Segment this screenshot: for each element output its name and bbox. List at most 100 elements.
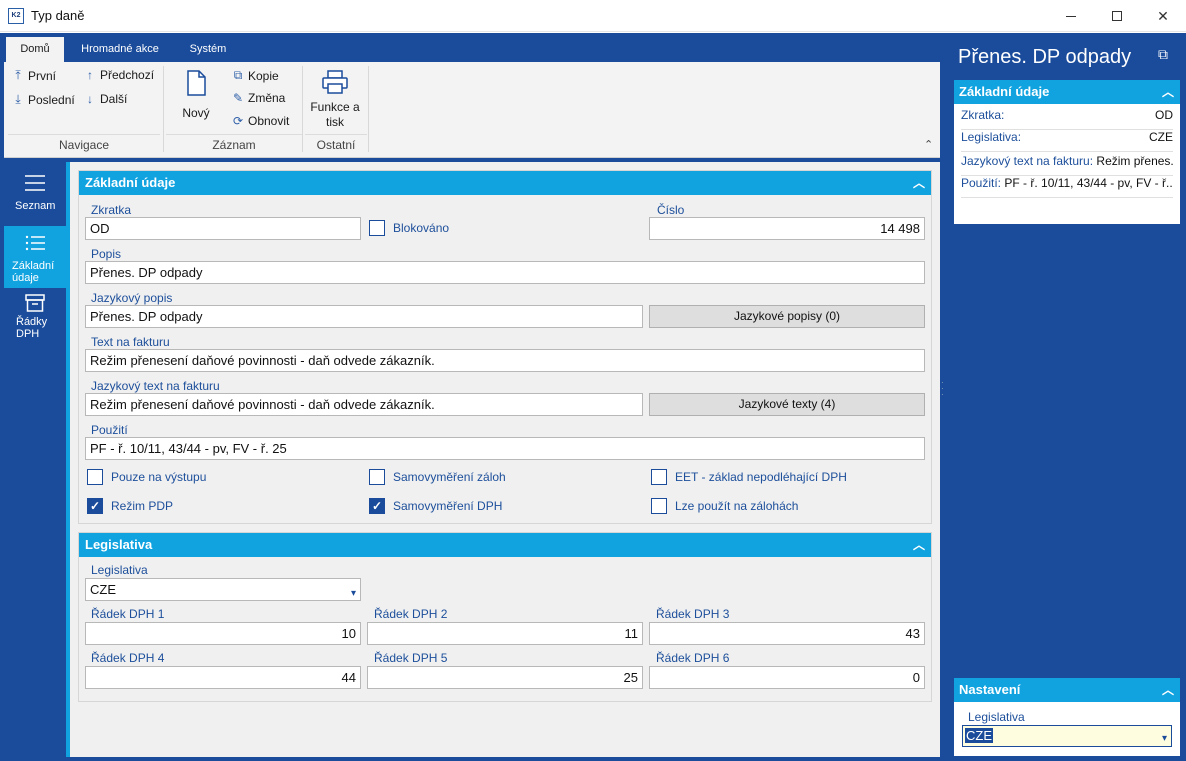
legislation-value: CZE bbox=[90, 582, 116, 597]
desc-label: Popis bbox=[91, 247, 122, 261]
usable-on-advances-checkbox[interactable]: Lze použít na zálohách bbox=[651, 498, 798, 514]
chevron-up-icon[interactable]: ︿ bbox=[907, 533, 931, 557]
vat-row-field[interactable]: 25 bbox=[367, 666, 643, 689]
vat-row-label: Řádek DPH 6 bbox=[656, 651, 730, 665]
pencil-icon: ✎ bbox=[232, 91, 244, 105]
printer-icon bbox=[322, 70, 348, 94]
minimize-button[interactable] bbox=[1048, 0, 1094, 32]
invoice-text-field[interactable]: Režim přenesení daňové povinnosti - daň … bbox=[85, 349, 925, 372]
eet-checkbox[interactable]: EET - základ nepodléhající DPH bbox=[651, 469, 847, 485]
nav-label-vat-rows-1: Řádky bbox=[16, 316, 48, 328]
nav-item-basic-data[interactable]: Základní údaje bbox=[4, 226, 66, 288]
vat-row-field[interactable]: 44 bbox=[85, 666, 361, 689]
arrow-up-bar-icon: ⤒ bbox=[15, 68, 21, 82]
refresh-label: Obnovit bbox=[248, 114, 290, 128]
group-label-navigation: Navigace bbox=[58, 138, 110, 152]
checkbox-box bbox=[369, 469, 385, 485]
popout-icon[interactable]: ⧉ bbox=[1158, 46, 1168, 63]
self-assess-vat-label: Samovyměření DPH bbox=[393, 499, 503, 513]
panel-header: Základní údaje ︿ bbox=[954, 80, 1180, 104]
dropdown-icon[interactable]: ▾ bbox=[1162, 729, 1167, 749]
legislation-select[interactable]: CZE ▾ bbox=[85, 578, 361, 601]
detail-value: CZE bbox=[1149, 130, 1173, 144]
copy-button[interactable]: ⧉ Kopie bbox=[232, 68, 279, 83]
splitter-handle[interactable]: · · · bbox=[941, 379, 945, 410]
divider bbox=[302, 66, 303, 152]
detail-key: Zkratka: bbox=[961, 108, 1005, 122]
first-label: První bbox=[28, 68, 57, 83]
previous-button[interactable]: ↑ Předchozí bbox=[84, 68, 154, 82]
lang-texts-button[interactable]: Jazykové texty (4) bbox=[649, 393, 925, 416]
vat-row-label: Řádek DPH 3 bbox=[656, 607, 730, 621]
detail-title: Přenes. DP odpady bbox=[958, 46, 1132, 68]
chevron-up-icon[interactable]: ︿ bbox=[1156, 678, 1180, 702]
pdp-checkbox[interactable]: ✓ Režim PDP bbox=[87, 498, 173, 514]
last-button[interactable]: ⤓ Poslední bbox=[12, 92, 75, 107]
usage-field[interactable]: PF - ř. 10/11, 43/44 - pv, FV - ř. 25 bbox=[85, 437, 925, 460]
section-legislation: Legislativa ︿ Legislativa CZE ▾ Řádek DP… bbox=[78, 532, 932, 702]
settings-legislation-select[interactable]: CZE ▾ bbox=[962, 725, 1172, 747]
nav-label-vat-rows-2: DPH bbox=[16, 328, 40, 340]
ribbon-tabs: Domů Hromadné akce Systém bbox=[4, 37, 940, 62]
refresh-button[interactable]: ⟳ Obnovit bbox=[232, 114, 289, 128]
vat-row-field[interactable]: 11 bbox=[367, 622, 643, 645]
functions-print-button[interactable]: Funkce a tisk bbox=[306, 70, 364, 130]
detail-key: Legislativa: bbox=[961, 130, 1022, 144]
print-label-line2: tisk bbox=[326, 115, 344, 129]
panel-title: Základní údaje bbox=[959, 84, 1050, 99]
lang-invoice-text-field[interactable]: Režim přenesení daňové povinnosti - daň … bbox=[85, 393, 643, 416]
checkbox-box bbox=[87, 469, 103, 485]
new-label: Nový bbox=[182, 106, 210, 120]
output-only-checkbox[interactable]: Pouze na výstupu bbox=[87, 469, 206, 485]
detail-row: Jazykový text na fakturu: Režim přenes..… bbox=[961, 154, 1173, 176]
section-header: Základní údaje ︿ bbox=[79, 171, 931, 195]
vat-row-field[interactable]: 10 bbox=[85, 622, 361, 645]
nav-item-vat-rows[interactable]: Řádky DPH bbox=[4, 290, 66, 352]
blocked-label: Blokováno bbox=[393, 221, 450, 235]
settings-panel: Nastavení ︿ Legislativa CZE ▾ bbox=[954, 678, 1180, 756]
nav-label-basic-data-2: údaje bbox=[12, 272, 39, 284]
lang-desc-field[interactable]: Přenes. DP odpady bbox=[85, 305, 643, 328]
new-button[interactable]: Nový bbox=[174, 70, 218, 121]
abbrev-field[interactable]: OD bbox=[85, 217, 361, 240]
divider bbox=[305, 134, 367, 135]
abbrev-label: Zkratka bbox=[91, 203, 132, 217]
detail-value: Režim přenes... bbox=[1096, 154, 1173, 168]
last-label: Poslední bbox=[28, 92, 75, 107]
detail-basic-panel: Základní údaje ︿ Zkratka: OD Legislativa… bbox=[954, 80, 1180, 224]
tab-system[interactable]: Systém bbox=[180, 37, 236, 62]
detail-row: Legislativa: CZE bbox=[961, 130, 1173, 152]
self-assess-vat-checkbox[interactable]: ✓ Samovyměření DPH bbox=[369, 498, 502, 514]
section-basic-data: Základní údaje ︿ Zkratka OD Blokováno Čí… bbox=[78, 170, 932, 524]
lang-descriptions-button[interactable]: Jazykové popisy (0) bbox=[649, 305, 925, 328]
self-assess-advances-checkbox[interactable]: Samovyměření záloh bbox=[369, 469, 506, 485]
vat-row-field[interactable]: 0 bbox=[649, 666, 925, 689]
chevron-up-icon[interactable]: ︿ bbox=[1156, 80, 1180, 104]
refresh-icon: ⟳ bbox=[232, 114, 244, 128]
close-button[interactable]: ✕ bbox=[1140, 0, 1186, 32]
settings-legislation-label: Legislativa bbox=[968, 710, 1025, 724]
next-label: Další bbox=[100, 92, 128, 106]
checkbox-box bbox=[651, 469, 667, 485]
number-field[interactable]: 14 498 bbox=[649, 217, 925, 240]
first-button[interactable]: ⤒ První bbox=[12, 68, 56, 83]
next-button[interactable]: ↓ Další bbox=[84, 92, 127, 106]
maximize-button[interactable] bbox=[1094, 0, 1140, 32]
blocked-checkbox[interactable]: Blokováno bbox=[369, 220, 449, 236]
usage-label: Použití bbox=[91, 423, 128, 437]
window-title: Typ daně bbox=[31, 8, 85, 23]
chevron-up-icon[interactable]: ︿ bbox=[907, 171, 931, 195]
collapse-ribbon-icon[interactable]: ⌃ bbox=[924, 138, 933, 151]
vat-row-field[interactable]: 43 bbox=[649, 622, 925, 645]
nav-label-basic-data-1: Základní bbox=[12, 260, 55, 272]
tab-bulk-actions[interactable]: Hromadné akce bbox=[70, 37, 170, 62]
vat-row-label: Řádek DPH 4 bbox=[91, 651, 165, 665]
desc-field[interactable]: Přenes. DP odpady bbox=[85, 261, 925, 284]
nav-item-list[interactable]: Seznam bbox=[4, 166, 66, 222]
dropdown-icon[interactable]: ▾ bbox=[351, 583, 356, 600]
vat-row-label: Řádek DPH 5 bbox=[374, 651, 448, 665]
lang-desc-label: Jazykový popis bbox=[91, 291, 173, 305]
change-button[interactable]: ✎ Změna bbox=[232, 91, 285, 105]
divider bbox=[163, 66, 164, 152]
tab-home[interactable]: Domů bbox=[6, 37, 64, 62]
